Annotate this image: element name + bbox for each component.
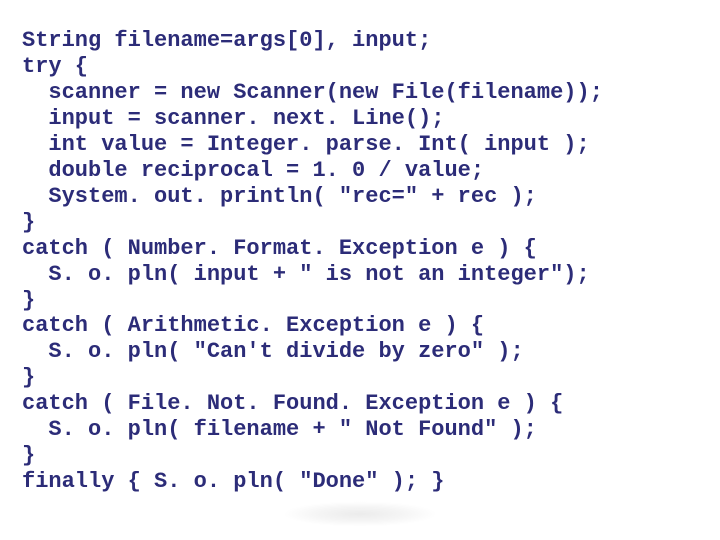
code-line: S. o. pln( "Can't divide by zero" ); (22, 339, 524, 364)
code-line: input = scanner. next. Line(); (22, 106, 444, 131)
code-line: try { (22, 54, 88, 79)
decorative-shadow (250, 494, 470, 534)
code-line: scanner = new Scanner(new File(filename)… (22, 80, 603, 105)
code-line: finally { S. o. pln( "Done" ); } (22, 469, 444, 494)
code-line: System. out. println( "rec=" + rec ); (22, 184, 537, 209)
code-line: } (22, 288, 35, 313)
code-line: int value = Integer. parse. Int( input )… (22, 132, 590, 157)
code-line: } (22, 365, 35, 390)
code-line: catch ( Arithmetic. Exception e ) { (22, 313, 484, 338)
code-line: } (22, 210, 35, 235)
code-line: String filename=args[0], input; (22, 28, 431, 53)
code-line: S. o. pln( filename + " Not Found" ); (22, 417, 537, 442)
code-line: } (22, 443, 35, 468)
code-line: S. o. pln( input + " is not an integer")… (22, 262, 590, 287)
code-line: catch ( File. Not. Found. Exception e ) … (22, 391, 563, 416)
code-line: double reciprocal = 1. 0 / value; (22, 158, 484, 183)
code-line: catch ( Number. Format. Exception e ) { (22, 236, 537, 261)
code-snippet: String filename=args[0], input; try { sc… (0, 22, 720, 495)
